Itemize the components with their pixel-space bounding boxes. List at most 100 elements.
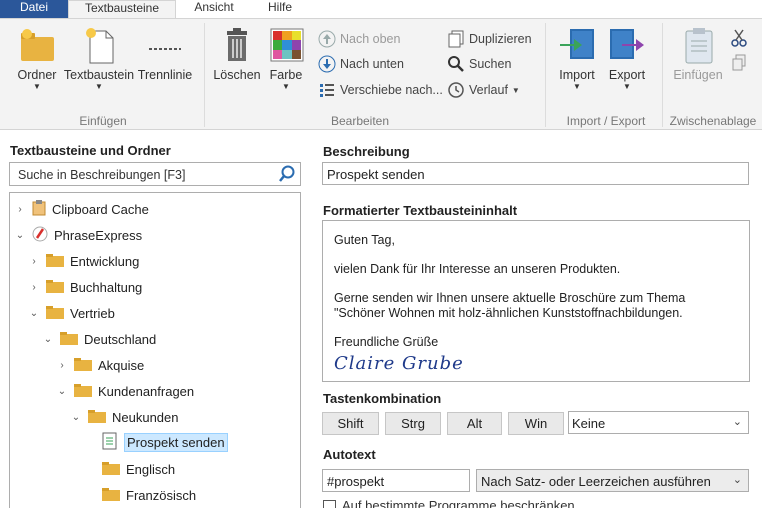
folder-icon [46,279,64,296]
chevron-right-icon[interactable]: › [28,256,40,267]
content-line: Freundliche Grüße [334,335,439,349]
move-list-icon [320,84,334,97]
autotext-label: Autotext [323,447,376,462]
arrow-down-circle-icon [318,55,336,73]
clipboard-icon [32,199,46,219]
zwischenablage-group-title: Zwischenablage [669,114,757,128]
tree-item[interactable]: › Buchhaltung [28,276,142,298]
tab-hilfe[interactable]: Hilfe [252,0,308,18]
tree-item[interactable]: ⌄ PhraseExpress [14,224,142,246]
win-key-button[interactable]: Win [508,412,564,435]
tree-item-label: Französisch [126,487,197,503]
verschiebe-label: Verschiebe nach... [340,83,443,97]
folder-icon [74,357,92,374]
nach-oben-button[interactable]: Nach oben [318,30,400,48]
tree-item[interactable]: › Akquise [56,354,144,376]
chevron-right-icon[interactable]: › [28,282,40,293]
duplizieren-label: Duplizieren [469,32,532,46]
tree-item-label: Kundenanfragen [98,383,195,399]
ribbon-tabbar: Datei Textbausteine Ansicht Hilfe [0,0,762,18]
content-line: "Schöner Wohnen mit holz-ähnlichen Kunst… [334,306,683,320]
chevron-right-icon[interactable]: › [14,204,26,215]
autotext-input[interactable]: #prospekt [322,469,470,492]
farbe-button[interactable]: Farbe ▼ [265,25,307,92]
folder-open-icon [46,305,64,322]
folder-icon [46,253,64,270]
clipboard-paste-icon [685,28,713,64]
bearbeiten-group-title: Bearbeiten [330,114,390,128]
group-divider [204,23,205,127]
shift-key-button[interactable]: Shift [322,412,379,435]
verschiebe-button[interactable]: Verschiebe nach... [318,81,443,99]
tab-textbausteine[interactable]: Textbausteine [68,0,176,18]
scissors-icon [731,29,747,47]
nach-unten-label: Nach unten [340,57,404,71]
tree-item[interactable]: › Entwicklung [28,250,139,272]
group-divider [662,23,663,127]
trennlinie-button[interactable]: Trennlinie [137,25,193,82]
chevron-down-icon[interactable]: ⌄ [28,308,40,319]
import-button[interactable]: Import ▼ [556,25,598,92]
search-input[interactable]: Suche in Beschreibungen [F3] [9,162,301,186]
tree-item[interactable]: › Clipboard Cache [14,198,149,220]
phrase-tree[interactable]: › Clipboard Cache ⌄ PhraseExpress › Entw… [9,192,301,508]
trash-icon [227,28,247,61]
textbaustein-button[interactable]: Textbaustein ▼ [63,25,135,92]
tree-panel-title: Textbausteine und Ordner [10,143,171,158]
tree-item-label: Clipboard Cache [52,201,149,217]
verlauf-label: Verlauf [469,83,508,97]
strg-key-button[interactable]: Strg [385,412,441,435]
tab-ansicht[interactable]: Ansicht [176,0,252,18]
einfuegen-clipboard-button[interactable]: Einfügen [672,25,724,82]
textbaustein-label: Textbaustein [63,68,135,82]
tree-item-label: PhraseExpress [54,227,143,243]
nach-oben-label: Nach oben [340,32,401,46]
autotext-mode-select[interactable]: Nach Satz- oder Leerzeichen ausführen ⌄ [476,469,749,492]
alt-key-button[interactable]: Alt [447,412,502,435]
cut-button[interactable] [731,29,747,47]
chevron-down-icon: ⌄ [732,474,742,486]
content-line: Gerne senden wir Ihnen unsere aktuelle B… [334,291,686,305]
duplizieren-button[interactable]: Duplizieren [447,30,532,48]
suchen-button[interactable]: Suchen [447,55,511,73]
chevron-down-icon: ▼ [282,82,290,91]
tree-item-label: Neukunden [112,409,179,425]
restrict-programs-checkbox[interactable] [323,500,336,508]
ordner-button[interactable]: Ordner ▼ [14,25,60,92]
tree-item-label: Deutschland [84,331,157,347]
beschreibung-input[interactable]: Prospekt senden [322,162,749,185]
chevron-down-icon: ▼ [95,82,103,91]
folder-open-icon [88,409,106,426]
tree-item[interactable]: Englisch [84,458,175,480]
loeschen-button[interactable]: Löschen [213,25,261,82]
chevron-down-icon[interactable]: ⌄ [14,230,26,241]
chevron-right-icon[interactable]: › [56,360,68,371]
phrase-content-editor[interactable]: Guten Tag, vielen Dank für Ihr Interesse… [322,220,750,382]
export-icon [610,29,644,59]
tree-item-label: Englisch [126,461,176,477]
chevron-down-icon: ▼ [623,82,631,91]
verlauf-button[interactable]: Verlauf ▼ [447,81,520,99]
key-select[interactable]: Keine ⌄ [568,411,749,434]
tree-item[interactable]: Französisch [84,484,196,506]
new-folder-icon [21,29,54,61]
search-icon [448,56,464,72]
tree-item[interactable]: ⌄ Deutschland [42,328,156,350]
trennlinie-label: Trennlinie [137,68,193,82]
tree-item[interactable]: ⌄ Vertrieb [28,302,115,324]
tree-item[interactable]: ⌄ Kundenanfragen [56,380,194,402]
tree-item[interactable]: ⌄ Neukunden [70,406,179,428]
chevron-down-icon[interactable]: ⌄ [70,412,82,423]
inhalt-label: Formatierter Textbausteininhalt [323,203,518,218]
export-button[interactable]: Export ▼ [605,25,649,92]
autotext-mode-value: Nach Satz- oder Leerzeichen ausführen [481,474,711,489]
copy-button[interactable] [731,54,747,72]
phrase-document-icon [102,432,118,453]
tab-file[interactable]: Datei [0,0,68,18]
tree-item-label: Entwicklung [70,253,140,269]
search-icon[interactable] [278,165,296,186]
nach-unten-button[interactable]: Nach unten [318,55,404,73]
tree-item-selected[interactable]: Prospekt senden [84,431,228,453]
chevron-down-icon[interactable]: ⌄ [42,334,54,345]
chevron-down-icon[interactable]: ⌄ [56,386,68,397]
